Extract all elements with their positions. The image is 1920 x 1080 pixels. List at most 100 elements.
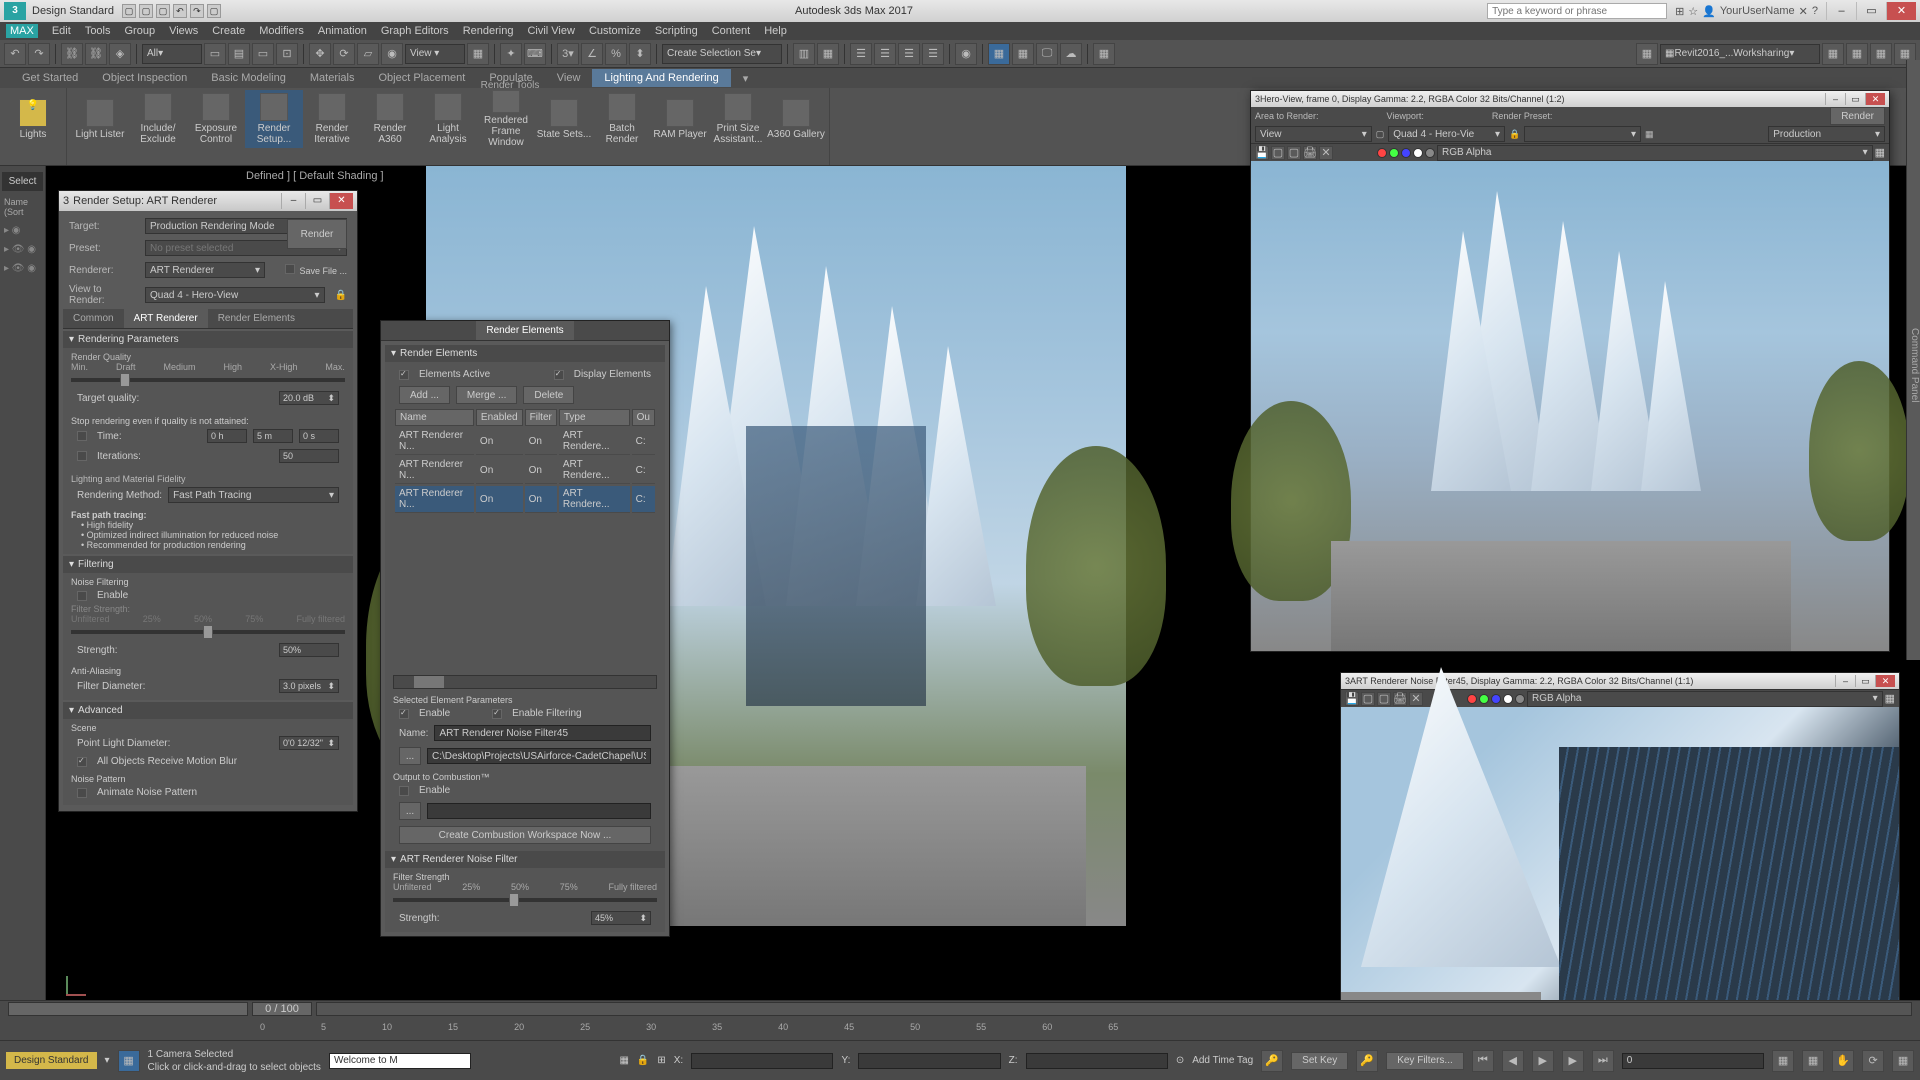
time-s[interactable]: 0 s — [299, 429, 339, 443]
tree-node-icon[interactable]: ▸ ◉ — [0, 221, 45, 240]
render-setup-icon[interactable]: ▦ — [988, 43, 1010, 65]
help-icon[interactable]: ? — [1812, 5, 1818, 17]
goto-start-icon[interactable]: ⏮ — [1472, 1050, 1494, 1072]
keyfilters-button[interactable]: Key Filters... — [1386, 1052, 1464, 1070]
placement-icon[interactable]: ◉ — [381, 43, 403, 65]
savefile-label[interactable]: Save File ... — [299, 266, 347, 276]
maxscript-input[interactable] — [329, 1053, 471, 1069]
fw1-image[interactable] — [1251, 161, 1889, 651]
iter-check[interactable] — [77, 451, 87, 461]
rendered-frame-icon[interactable]: ▦ — [1012, 43, 1034, 65]
prev-frame-icon[interactable]: ◀ — [1502, 1050, 1524, 1072]
add-time-tag[interactable]: Add Time Tag — [1192, 1055, 1253, 1066]
render-production-icon[interactable]: 🖵 — [1036, 43, 1058, 65]
clear-icon[interactable]: ✕ — [1409, 692, 1423, 706]
time-check[interactable] — [77, 431, 87, 441]
print-icon[interactable]: 🖨 — [1393, 692, 1407, 706]
bind-icon[interactable]: ◈ — [109, 43, 131, 65]
renderer-select[interactable]: ART Renderer▾ — [145, 262, 265, 278]
anp-check[interactable] — [77, 788, 87, 798]
green-channel[interactable] — [1479, 694, 1489, 704]
percent-snap-icon[interactable]: % — [605, 43, 627, 65]
menu-views[interactable]: Views — [169, 25, 198, 37]
ccw-button[interactable]: Create Combustion Workspace Now ... — [399, 826, 651, 844]
quality-slider[interactable] — [71, 378, 345, 382]
ribbon-rendersetup[interactable]: Render Setup... — [245, 90, 303, 148]
next-frame-icon[interactable]: ▶ — [1562, 1050, 1584, 1072]
menu-help[interactable]: Help — [764, 25, 787, 37]
minimize-button[interactable]: – — [1826, 2, 1856, 20]
menu-modifiers[interactable]: Modifiers — [259, 25, 304, 37]
col-type[interactable]: Type — [559, 409, 630, 426]
copy-icon[interactable]: ▢ — [1271, 146, 1285, 160]
snap-toggle-icon[interactable]: 3▾ — [557, 43, 579, 65]
add-button[interactable]: Add ... — [399, 386, 450, 404]
qat-save-icon[interactable]: ▢ — [156, 4, 170, 18]
rollout-advanced[interactable]: ▾ Advanced — [63, 702, 353, 719]
lock-icon[interactable]: 🔒 — [335, 290, 347, 301]
autokey-icon[interactable]: 🔑 — [1261, 1050, 1283, 1072]
table-row[interactable]: ART Renderer N...OnOnART Rendere...C: — [395, 457, 655, 484]
delete-button[interactable]: Delete — [523, 386, 574, 404]
dtab-art[interactable]: ART Renderer — [124, 309, 208, 328]
select-object-icon[interactable]: ▭ — [204, 43, 226, 65]
menu-animation[interactable]: Animation — [318, 25, 367, 37]
setkey-button[interactable]: Set Key — [1291, 1052, 1348, 1070]
app-logo[interactable]: 3 — [4, 2, 26, 20]
orbit-icon[interactable]: ⟳ — [1862, 1050, 1884, 1072]
teapot-icon[interactable]: ▦ — [1645, 129, 1654, 140]
keyboard-icon[interactable]: ⌨ — [524, 43, 546, 65]
lock-icon[interactable]: 🔒 — [1509, 129, 1520, 140]
qat-open-icon[interactable]: ▢ — [139, 4, 153, 18]
select-rect-icon[interactable]: ▭ — [252, 43, 274, 65]
de-check[interactable] — [554, 370, 564, 380]
blue-channel[interactable] — [1401, 148, 1411, 158]
path-input[interactable] — [427, 748, 651, 764]
mono-channel[interactable] — [1515, 694, 1525, 704]
green-channel[interactable] — [1389, 148, 1399, 158]
redo-icon[interactable]: ↷ — [28, 43, 50, 65]
zoom-extents-icon[interactable]: ▦ — [1772, 1050, 1794, 1072]
use-center-icon[interactable]: ▦ — [467, 43, 489, 65]
fw1-close[interactable]: ✕ — [1865, 93, 1885, 105]
tag-icon[interactable]: ⊙ — [1176, 1055, 1184, 1066]
manipulate-icon[interactable]: ✦ — [500, 43, 522, 65]
grid-icon[interactable]: ⊞ — [657, 1055, 665, 1066]
fw-view-select[interactable]: View▾ — [1255, 126, 1372, 142]
ribbon-batchrender[interactable]: Batch Render — [593, 90, 651, 148]
merge-button[interactable]: Merge ... — [456, 386, 517, 404]
ext3-icon[interactable]: ▦ — [1870, 43, 1892, 65]
savefile-check[interactable] — [285, 264, 295, 274]
fw-quad-select[interactable]: Quad 4 - Hero-Vie▾ — [1388, 126, 1505, 142]
schematic-view-icon[interactable]: ☰ — [922, 43, 944, 65]
window-crossing-icon[interactable]: ⊡ — [276, 43, 298, 65]
qat-link-icon[interactable]: ▢ — [207, 4, 221, 18]
re-tab[interactable]: Render Elements — [476, 321, 573, 340]
sep-enable-check[interactable] — [399, 709, 409, 719]
key-icon[interactable]: 🔑 — [1356, 1050, 1378, 1072]
z-input[interactable] — [1026, 1053, 1168, 1069]
clone-icon[interactable]: ▢ — [1287, 146, 1301, 160]
workspace-badge[interactable]: Design Standard — [6, 1052, 97, 1069]
ribbon-printsize[interactable]: Print Size Assistant... — [709, 90, 767, 148]
unlink-icon[interactable]: ⛓ — [85, 43, 107, 65]
timeline-track[interactable] — [316, 1002, 1912, 1016]
dialog-titlebar[interactable]: 3 Render Setup: ART Renderer –▭✕ — [59, 191, 357, 211]
menu-edit[interactable]: Edit — [52, 25, 71, 37]
col-filter[interactable]: Filter — [525, 409, 557, 426]
arnf-rollout[interactable]: ▾ ART Renderer Noise Filter — [385, 851, 665, 868]
ribbon-includeexclude[interactable]: Include/ Exclude — [129, 90, 187, 148]
selection-filter[interactable]: All▾ — [142, 44, 202, 64]
select-name-icon[interactable]: ▤ — [228, 43, 250, 65]
play-icon[interactable]: ▶ — [1532, 1050, 1554, 1072]
workspace-selector[interactable]: Design Standard — [32, 5, 114, 17]
search-input[interactable] — [1487, 3, 1667, 19]
red-channel[interactable] — [1467, 694, 1477, 704]
app-menu-icon[interactable]: MAX — [6, 24, 38, 38]
ea-check[interactable] — [399, 370, 409, 380]
pan-icon[interactable]: ✋ — [1832, 1050, 1854, 1072]
angle-snap-icon[interactable]: ∠ — [581, 43, 603, 65]
mblur-check[interactable] — [77, 757, 87, 767]
rotate-icon[interactable]: ⟳ — [333, 43, 355, 65]
star-icon[interactable]: ☆ — [1688, 5, 1698, 18]
